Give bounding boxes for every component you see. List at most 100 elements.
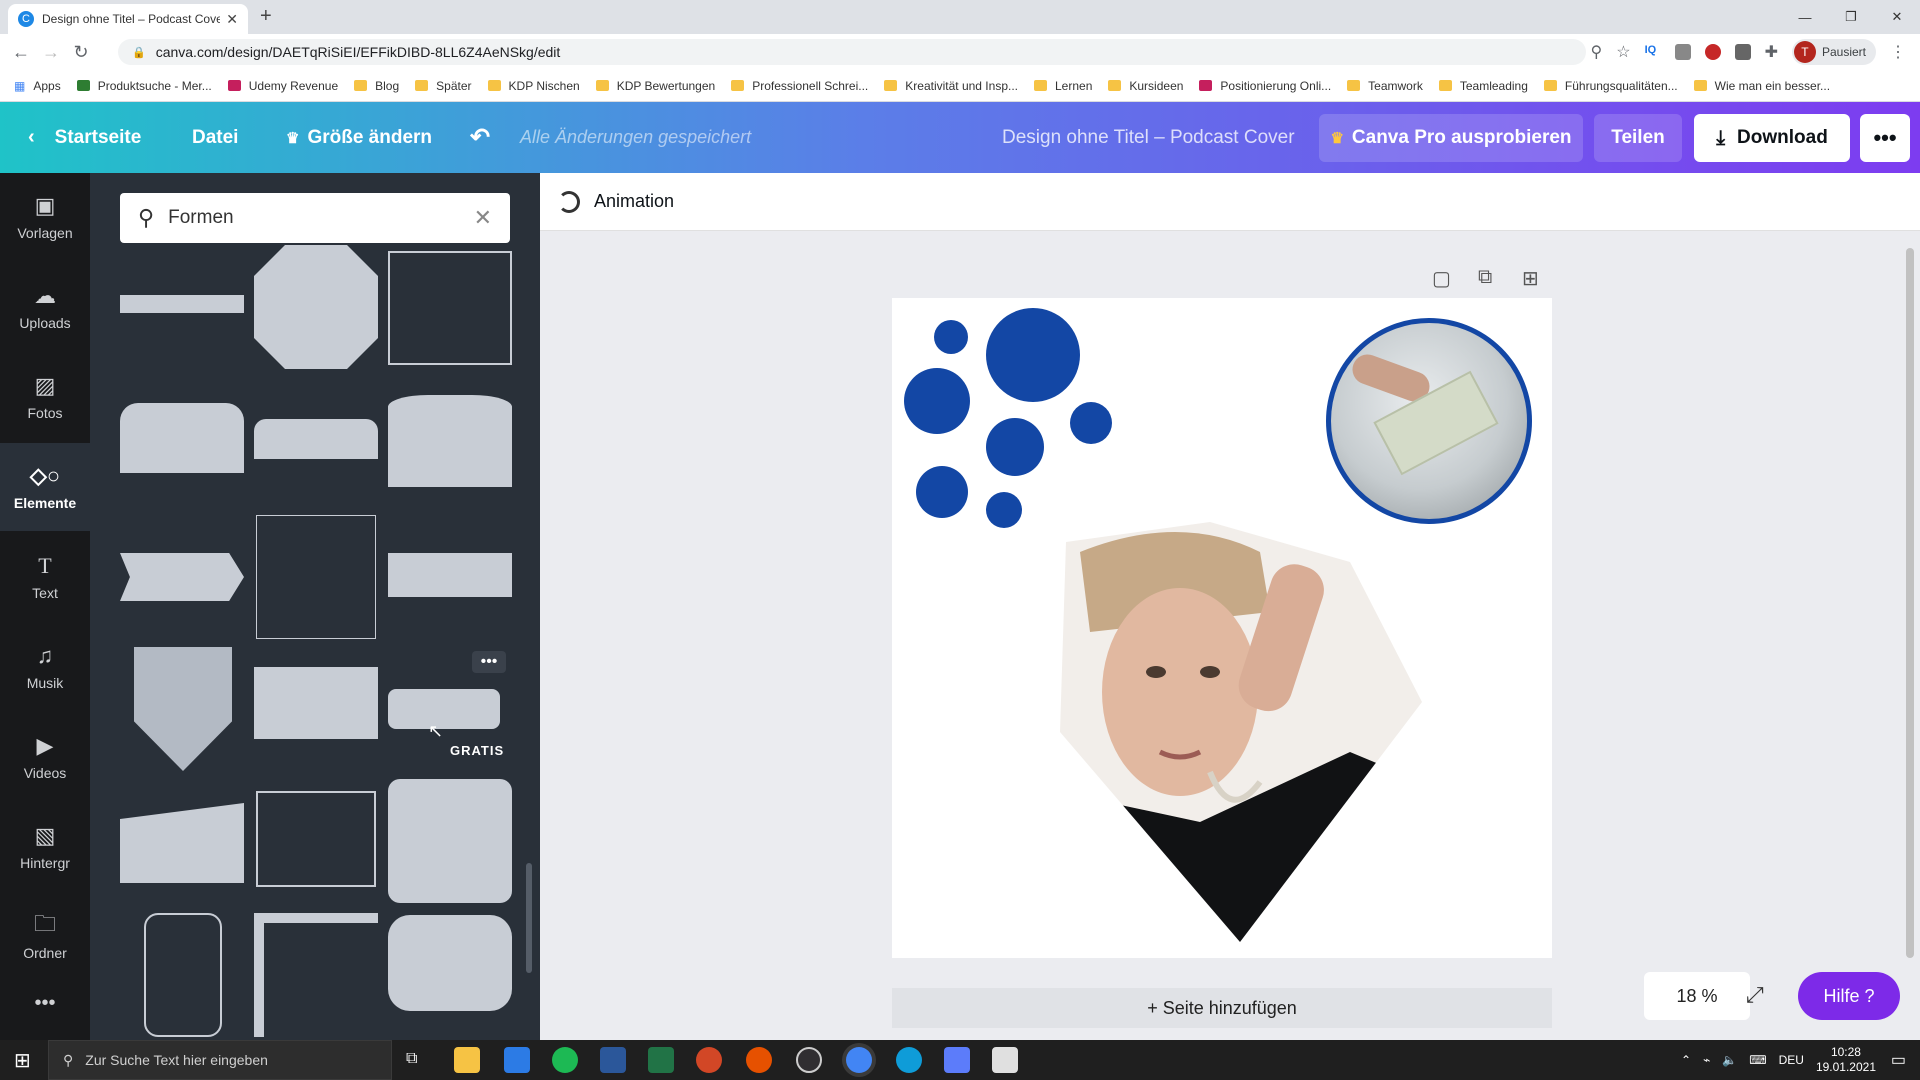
bookmark-folder[interactable]: KDP Nischen xyxy=(487,79,580,93)
bookmark-item[interactable]: Positionierung Onli... xyxy=(1199,79,1331,93)
bookmark-folder[interactable]: KDP Bewertungen xyxy=(595,79,715,93)
nav-uploads[interactable]: ☁ Uploads xyxy=(0,263,90,351)
more-options-button[interactable]: ••• xyxy=(1860,114,1910,162)
bookmark-folder[interactable]: Führungsqualitäten... xyxy=(1543,79,1678,93)
blue-circle[interactable] xyxy=(986,308,1080,402)
nav-videos[interactable]: ▶ Videos xyxy=(0,713,90,801)
shape-frame[interactable] xyxy=(388,251,512,365)
shape-shield[interactable] xyxy=(134,647,232,771)
chrome-icon[interactable] xyxy=(846,1047,872,1073)
close-window-icon[interactable]: ✕ xyxy=(1874,0,1920,34)
back-icon[interactable]: ← xyxy=(6,42,36,63)
nav-fotos[interactable]: ▨ Fotos xyxy=(0,353,90,441)
obs-icon[interactable] xyxy=(796,1047,822,1073)
resize-button[interactable]: ♛ Größe ändern xyxy=(286,102,432,173)
shape-double-frame[interactable] xyxy=(256,791,376,887)
bookmark-folder[interactable]: Blog xyxy=(354,79,399,93)
blue-circle[interactable] xyxy=(934,320,968,354)
canva-pro-button[interactable]: ♛ Canva Pro ausprobieren xyxy=(1319,114,1583,162)
clear-search-icon[interactable]: ✕ xyxy=(474,205,492,231)
tray-chevron-icon[interactable]: ⌃ xyxy=(1681,1053,1691,1067)
blue-circle[interactable] xyxy=(986,418,1044,476)
animation-button[interactable]: Animation xyxy=(594,191,674,212)
nav-hintergrund[interactable]: ▧ Hintergr xyxy=(0,803,90,891)
extension-iq-icon[interactable]: IQ xyxy=(1644,44,1661,60)
nav-musik[interactable]: ♫ Musik xyxy=(0,623,90,711)
zoom-control[interactable]: 18 % xyxy=(1644,972,1750,1020)
nav-text[interactable]: T Text xyxy=(0,533,90,621)
app-icon[interactable] xyxy=(746,1047,772,1073)
shape-tall-frame[interactable] xyxy=(144,913,222,1037)
bookmark-folder[interactable]: Kursideen xyxy=(1108,79,1183,93)
keyboard-icon[interactable]: ⌨ xyxy=(1749,1053,1766,1067)
more-options-icon[interactable]: ••• xyxy=(472,651,506,673)
app-icon[interactable] xyxy=(992,1047,1018,1073)
restore-icon[interactable]: ❐ xyxy=(1828,0,1874,34)
home-button[interactable]: ‹ Startseite xyxy=(28,102,141,173)
design-page[interactable] xyxy=(892,298,1552,958)
nav-more[interactable]: ••• xyxy=(0,973,90,1033)
task-view-icon[interactable]: ⧉ xyxy=(406,1050,417,1068)
bookmark-folder[interactable]: Später xyxy=(415,79,472,93)
duplicate-page-icon[interactable]: ⧉ xyxy=(1478,266,1492,289)
extension-icon[interactable] xyxy=(1674,44,1691,60)
adblock-icon[interactable] xyxy=(1704,44,1721,60)
new-tab-icon[interactable]: + xyxy=(260,5,272,28)
fullscreen-icon[interactable]: ⤢ xyxy=(1746,982,1764,1008)
extension-grid-icon[interactable] xyxy=(1734,44,1751,60)
shape-scalloped-banner[interactable] xyxy=(388,553,512,597)
network-icon[interactable]: ⌁ xyxy=(1703,1053,1710,1067)
volume-icon[interactable]: 🔈 xyxy=(1722,1053,1737,1067)
blue-circle[interactable] xyxy=(904,368,970,434)
help-button[interactable]: Hilfe ? xyxy=(1798,972,1900,1020)
taskbar-clock[interactable]: 10:28 19.01.2021 xyxy=(1816,1045,1876,1075)
document-title[interactable]: Design ohne Titel – Podcast Cover xyxy=(1002,102,1295,173)
blue-circle[interactable] xyxy=(1070,402,1112,444)
shape-wave-banner[interactable] xyxy=(254,419,378,459)
url-field[interactable]: 🔒 canva.com/design/DAETqRiSiEI/EFFikDIBD… xyxy=(118,39,1586,65)
profile-button[interactable]: T Pausiert xyxy=(1791,39,1876,65)
excel-icon[interactable] xyxy=(648,1047,674,1073)
extensions-puzzle-icon[interactable]: ✚ xyxy=(1765,42,1778,62)
edge-icon[interactable] xyxy=(896,1047,922,1073)
add-page-icon[interactable]: ⊞ xyxy=(1522,266,1539,291)
bookmark-folder[interactable]: Lernen xyxy=(1034,79,1092,93)
shape-wave-rect[interactable] xyxy=(388,395,512,487)
panel-scrollbar[interactable] xyxy=(526,863,532,973)
bookmark-folder[interactable]: Kreativität und Insp... xyxy=(884,79,1018,93)
undo-icon[interactable]: ↶ xyxy=(470,102,490,173)
app-icon[interactable] xyxy=(944,1047,970,1073)
canvas-scrollbar[interactable] xyxy=(1906,248,1914,958)
shape-thin-frame[interactable] xyxy=(256,515,376,639)
shape-corner-frame[interactable] xyxy=(254,913,378,1037)
notifications-icon[interactable]: ▭ xyxy=(1891,1050,1906,1070)
shape-wavy-top[interactable] xyxy=(120,403,244,473)
zoom-icon[interactable]: ⚲ xyxy=(1591,42,1603,62)
file-menu-button[interactable]: Datei xyxy=(192,102,238,173)
page-notes-icon[interactable]: ▢ xyxy=(1432,266,1451,291)
file-explorer-icon[interactable] xyxy=(454,1047,480,1073)
bookmark-item[interactable]: Udemy Revenue xyxy=(227,79,338,93)
nav-vorlagen[interactable]: ▣ Vorlagen xyxy=(0,173,90,261)
bookmark-folder[interactable]: Teamleading xyxy=(1438,79,1528,93)
powerpoint-icon[interactable] xyxy=(696,1047,722,1073)
shape-speech-bubble-small[interactable] xyxy=(388,689,500,729)
spotify-icon[interactable] xyxy=(552,1047,578,1073)
forward-icon[interactable]: → xyxy=(36,42,66,63)
reload-icon[interactable]: ↻ xyxy=(66,42,96,63)
shape-trapezoid[interactable] xyxy=(120,803,244,883)
bookmark-folder[interactable]: Wie man ein besser... xyxy=(1693,79,1830,93)
shape-speech-bubble-large[interactable] xyxy=(388,915,512,1011)
bookmark-folder[interactable]: Professionell Schrei... xyxy=(731,79,868,93)
shape-riveted-panel[interactable] xyxy=(388,779,512,903)
mail-icon[interactable] xyxy=(504,1047,530,1073)
bookmark-star-icon[interactable]: ☆ xyxy=(1616,42,1630,62)
browser-menu-icon[interactable]: ⋮ xyxy=(1890,42,1906,62)
search-input[interactable]: ⚲ Formen ✕ xyxy=(120,193,510,243)
nav-ordner[interactable]: 🗀 Ordner xyxy=(0,893,90,981)
minimize-icon[interactable]: — xyxy=(1782,0,1828,34)
shape-arrow-tag[interactable] xyxy=(120,553,244,601)
close-tab-icon[interactable]: ✕ xyxy=(226,11,238,28)
browser-tab[interactable]: C Design ohne Titel – Podcast Cove ✕ xyxy=(8,4,248,34)
blue-circle[interactable] xyxy=(916,466,968,518)
